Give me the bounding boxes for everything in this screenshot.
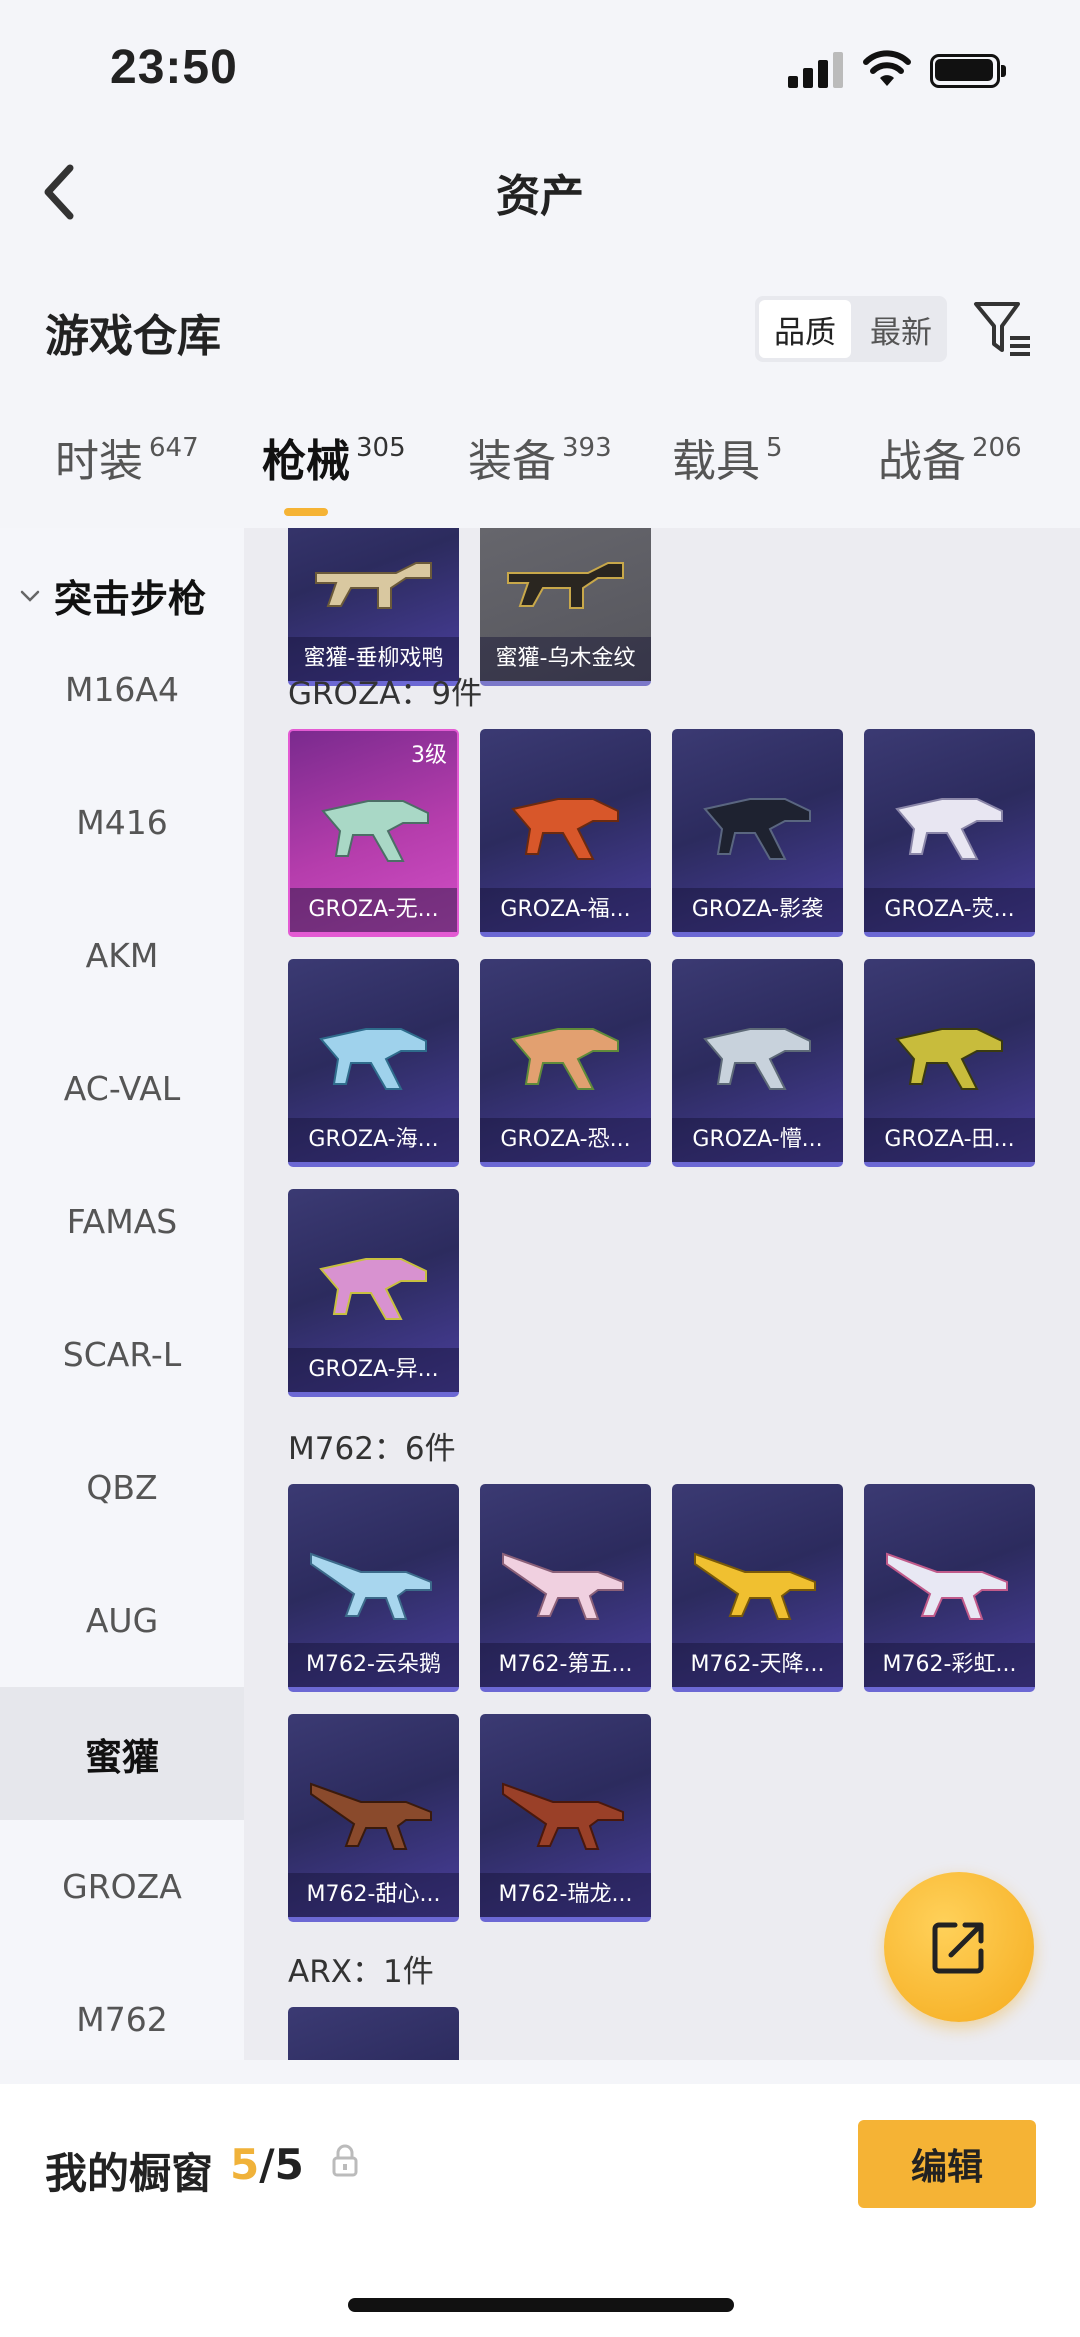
edit-button[interactable]: 编辑: [858, 2120, 1036, 2208]
weapon-name: GROZA-福...: [480, 888, 651, 932]
group-label-groza: GROZA：9件: [288, 676, 483, 712]
weapon-name: GROZA-无...: [290, 888, 457, 932]
tab-supplies[interactable]: 战备 206: [878, 425, 1022, 489]
tab-equipment[interactable]: 装备 393: [468, 425, 612, 489]
weapon-image: [319, 1258, 427, 1320]
weapon-card[interactable]: 3级 GROZA-无...: [288, 729, 459, 937]
weapon-image: [319, 1028, 427, 1090]
weapon-image: [502, 1552, 624, 1620]
sort-toggle: 品质 最新: [755, 296, 947, 362]
weapon-card[interactable]: M762-甜心...: [288, 1714, 459, 1922]
weapon-image: [694, 1552, 816, 1620]
weapon-image: [507, 562, 624, 609]
weapon-card[interactable]: GROZA-异...: [288, 1189, 459, 1397]
tab-fashion[interactable]: 时装 647: [55, 425, 199, 489]
battery-icon: [930, 54, 1006, 88]
showcase-current: 5: [230, 2140, 260, 2189]
sidebar-item-m416[interactable]: M416: [0, 756, 244, 889]
weapon-name: GROZA-荧...: [864, 888, 1035, 932]
weapon-image: [511, 798, 619, 860]
sidebar: 突击步枪 M16A4 M416 AKM AC-VAL FAMAS SCAR-L …: [0, 528, 244, 2060]
weapon-name: M762-天降...: [672, 1643, 843, 1687]
weapon-image: [886, 1552, 1008, 1620]
tab-vehicles[interactable]: 载具 5: [672, 425, 783, 489]
weapon-card[interactable]: 蜜獾-垂柳戏鸭: [288, 528, 459, 686]
weapon-name: M762-彩虹...: [864, 1643, 1035, 1687]
sidebar-item-qbz[interactable]: QBZ: [0, 1421, 244, 1554]
chevron-down-icon: [20, 590, 40, 602]
status-time: 23:50: [110, 41, 238, 94]
weapon-card[interactable]: GROZA-田...: [864, 959, 1035, 1167]
page-title: 资产: [496, 171, 584, 222]
category-tabs: 时装 647 枪械 305 装备 393 载具 5 战备 206: [0, 425, 1080, 525]
sort-option-newest[interactable]: 最新: [855, 296, 947, 362]
weapon-card[interactable]: GROZA-影袭: [672, 729, 843, 937]
sort-option-quality[interactable]: 品质: [759, 300, 851, 358]
weapon-level: 3级: [411, 743, 447, 768]
weapon-name: GROZA-懵...: [672, 1118, 843, 1162]
weapon-image: [310, 1782, 432, 1850]
home-indicator: [348, 2298, 734, 2312]
weapon-name: GROZA-恐...: [480, 1118, 651, 1162]
weapon-name: GROZA-异...: [288, 1348, 459, 1392]
share-button[interactable]: [884, 1872, 1034, 2022]
signal-icon: [788, 52, 844, 88]
status-bar: 23:50: [0, 0, 1080, 140]
lock-icon: [332, 2144, 358, 2177]
weapon-name: M762-第五...: [480, 1643, 651, 1687]
weapon-name: GROZA-海...: [288, 1118, 459, 1162]
weapon-card[interactable]: M762-彩虹...: [864, 1484, 1035, 1692]
weapon-image: [502, 1782, 624, 1850]
weapon-card[interactable]: [288, 2007, 459, 2060]
weapon-card[interactable]: 蜜獾-乌木金纹: [480, 528, 651, 686]
weapon-image: [703, 798, 811, 860]
sidebar-item-akm[interactable]: AKM: [0, 889, 244, 1022]
weapon-card[interactable]: GROZA-恐...: [480, 959, 651, 1167]
weapon-grid: 蜜獾-垂柳戏鸭 蜜獾-乌木金纹 GROZA：9件 3级 GROZA-无... G…: [244, 528, 1080, 2060]
weapon-image: [895, 1028, 1003, 1090]
sidebar-item-m762[interactable]: M762: [0, 1953, 244, 2060]
weapon-card[interactable]: M762-天降...: [672, 1484, 843, 1692]
weapon-name: M762-瑞龙...: [480, 1873, 651, 1917]
weapon-name: GROZA-影袭: [672, 888, 843, 932]
showcase-label: 我的橱窗: [45, 2149, 214, 2198]
weapon-card[interactable]: GROZA-懵...: [672, 959, 843, 1167]
weapon-card[interactable]: M762-第五...: [480, 1484, 651, 1692]
weapon-card[interactable]: GROZA-海...: [288, 959, 459, 1167]
weapon-name: M762-云朵鹅: [288, 1643, 459, 1687]
weapon-image: [321, 800, 429, 862]
group-label-arx: ARX：1件: [288, 1954, 434, 1990]
weapon-card[interactable]: GROZA-荧...: [864, 729, 1035, 937]
sidebar-category[interactable]: 突击步枪: [18, 568, 206, 623]
sidebar-item-scar-l[interactable]: SCAR-L: [0, 1288, 244, 1421]
sidebar-item-honey-badger[interactable]: 蜜獾: [0, 1687, 244, 1820]
weapon-card[interactable]: GROZA-福...: [480, 729, 651, 937]
weapon-image: [703, 1028, 811, 1090]
showcase-total: /5: [259, 2140, 304, 2189]
weapon-card[interactable]: M762-云朵鹅: [288, 1484, 459, 1692]
section-title: 游戏仓库: [45, 311, 221, 362]
sidebar-item-groza[interactable]: GROZA: [0, 1820, 244, 1953]
share-icon: [932, 1922, 984, 1974]
weapon-image: [511, 1028, 619, 1090]
showcase-count: 5/5: [230, 2140, 304, 2189]
filter-icon[interactable]: [972, 298, 1034, 360]
tab-underline: [284, 508, 328, 516]
sidebar-category-label: 突击步枪: [54, 577, 207, 621]
sidebar-item-m16a4[interactable]: M16A4: [0, 623, 244, 756]
wifi-icon: [863, 50, 911, 86]
sidebar-item-aug[interactable]: AUG: [0, 1554, 244, 1687]
weapon-name: M762-甜心...: [288, 1873, 459, 1917]
group-label-m762: M762：6件: [288, 1431, 456, 1467]
sidebar-item-famas[interactable]: FAMAS: [0, 1155, 244, 1288]
weapon-image: [315, 562, 432, 609]
sidebar-item-ac-val[interactable]: AC-VAL: [0, 1022, 244, 1155]
weapon-image: [895, 798, 1003, 860]
weapon-image: [310, 1552, 432, 1620]
weapon-name: GROZA-田...: [864, 1118, 1035, 1162]
weapon-card[interactable]: M762-瑞龙...: [480, 1714, 651, 1922]
weapon-name: 蜜獾-乌木金纹: [480, 637, 651, 681]
tab-guns[interactable]: 枪械 305: [262, 425, 406, 489]
